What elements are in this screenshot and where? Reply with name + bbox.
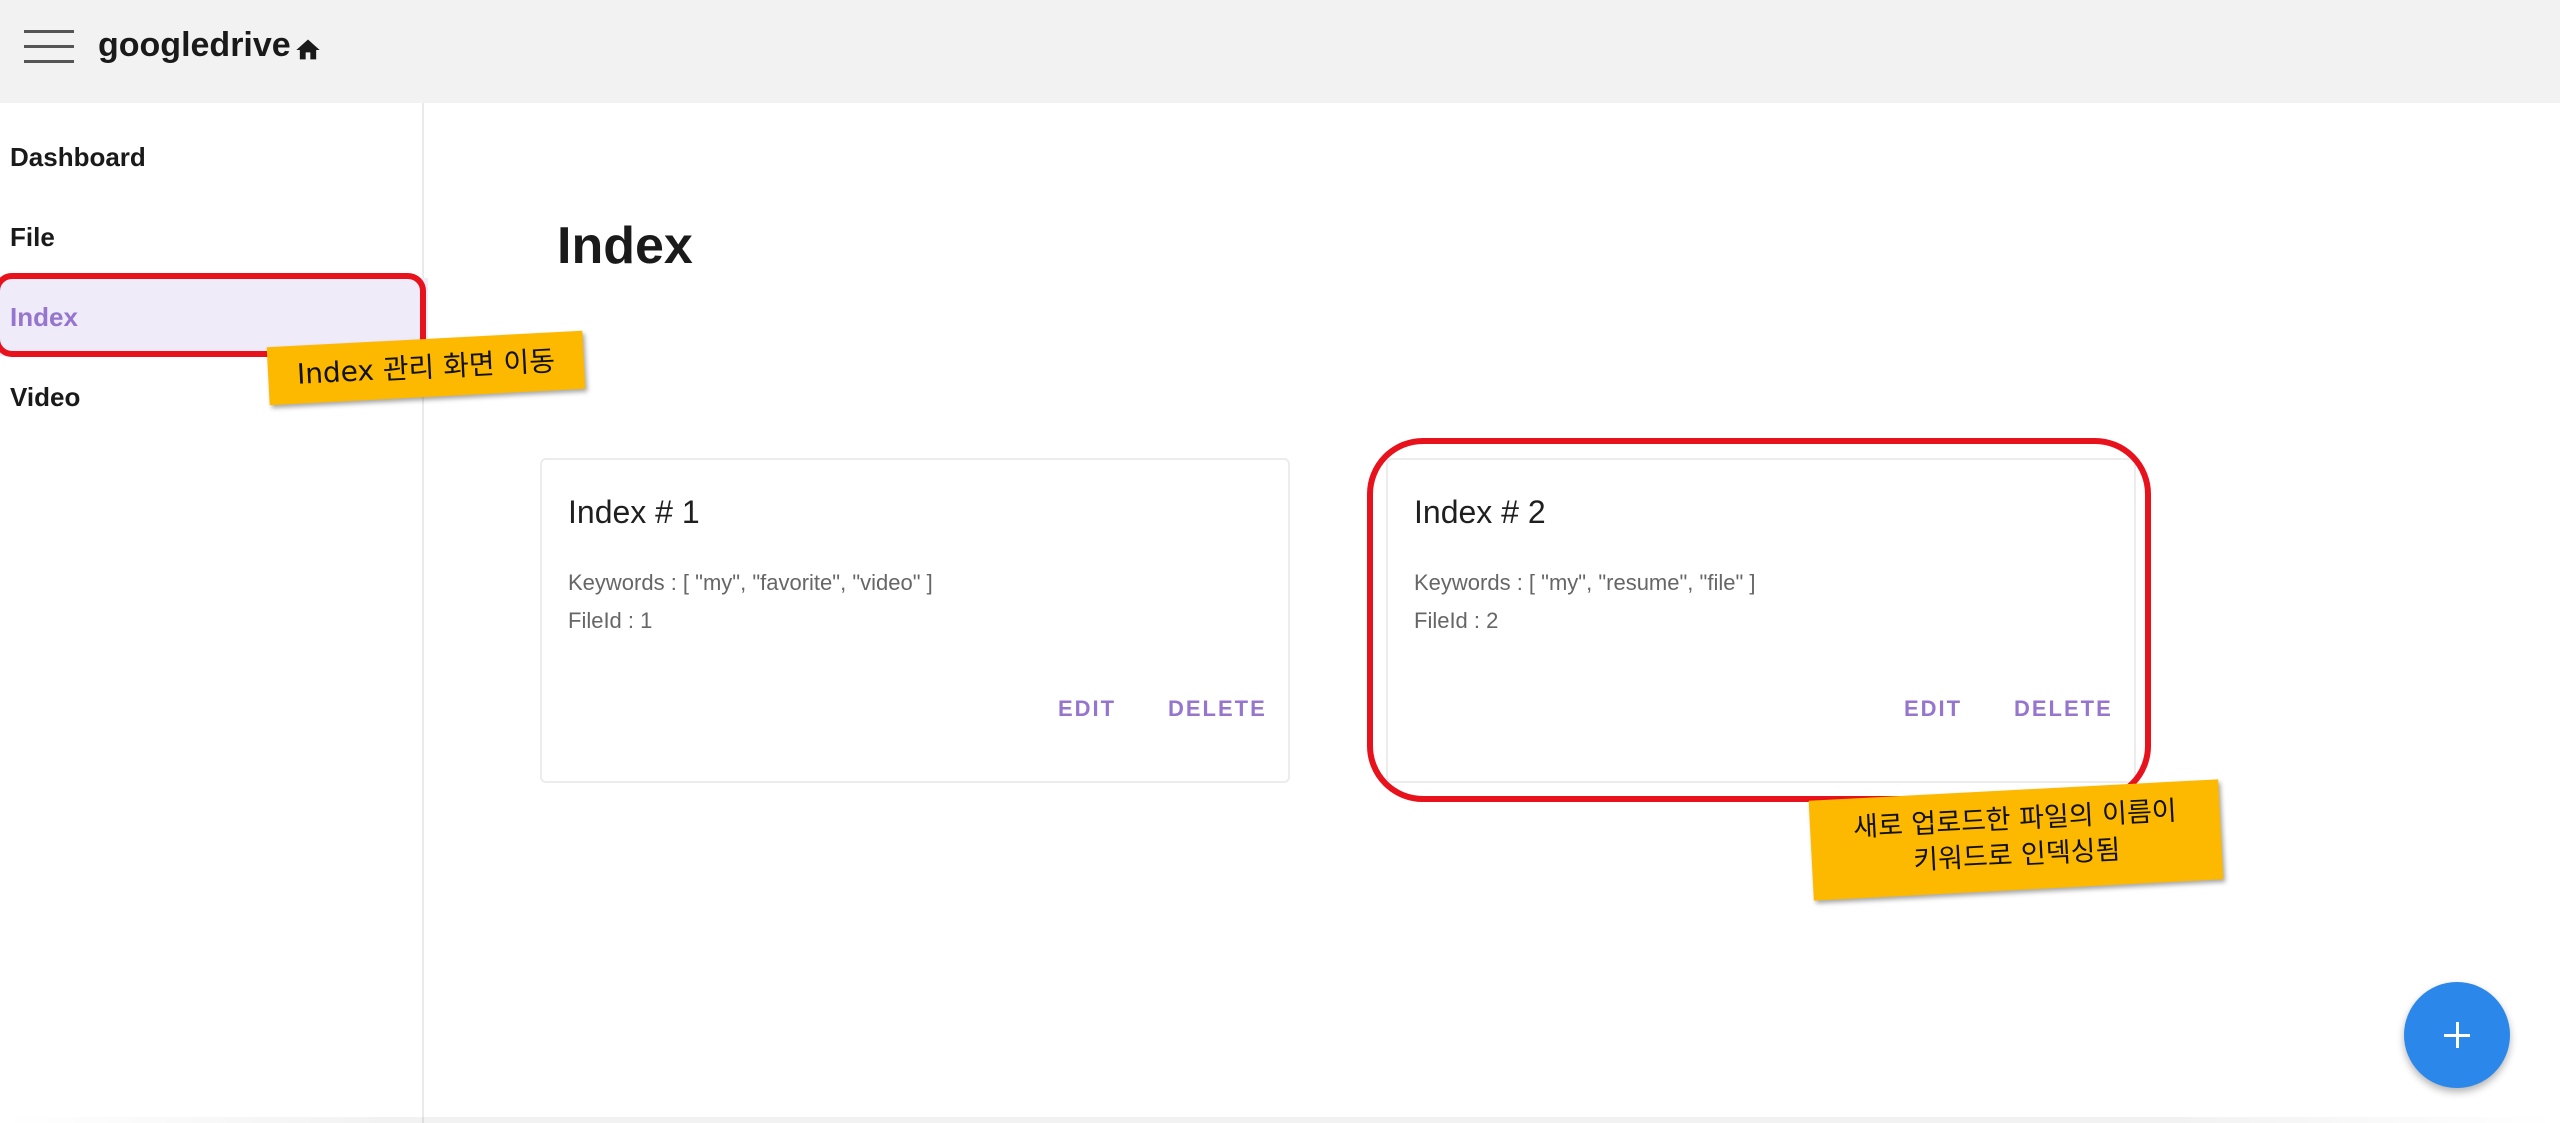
card-keywords: Keywords : [ "my", "resume", "file" ] <box>1414 570 1756 595</box>
app-bar: googledrive <box>0 0 2560 103</box>
app-title: googledrive <box>98 26 291 64</box>
card-file-id: FileId : 1 <box>568 608 653 633</box>
sidebar-item-file[interactable]: File <box>0 198 428 276</box>
horizontal-scrollbar <box>0 1117 2560 1123</box>
card-file-id: FileId : 2 <box>1414 608 1499 633</box>
home-icon[interactable] <box>294 36 322 64</box>
edit-button[interactable]: EDIT <box>1058 696 1116 722</box>
card-title: Index # 1 <box>568 494 700 530</box>
index-card-2: Index # 2 Keywords : [ "my", "resume", "… <box>1386 458 2136 783</box>
index-card-1: Index # 1 Keywords : [ "my", "favorite",… <box>540 458 1290 783</box>
card-keywords: Keywords : [ "my", "favorite", "video" ] <box>568 570 933 595</box>
sidebar: Dashboard File Index Video <box>0 103 428 1123</box>
delete-button[interactable]: DELETE <box>1168 696 1267 722</box>
card-callout: 새로 업로드한 파일의 이름이 키워드로 인덱싱됨 <box>1808 779 2224 901</box>
delete-button[interactable]: DELETE <box>2014 696 2113 722</box>
sidebar-item-dashboard[interactable]: Dashboard <box>0 118 428 196</box>
card-title: Index # 2 <box>1414 494 1546 530</box>
hamburger-menu-icon[interactable] <box>24 30 74 64</box>
edit-button[interactable]: EDIT <box>1904 696 1962 722</box>
add-button[interactable] <box>2404 982 2510 1088</box>
page-title: Index <box>557 217 693 275</box>
